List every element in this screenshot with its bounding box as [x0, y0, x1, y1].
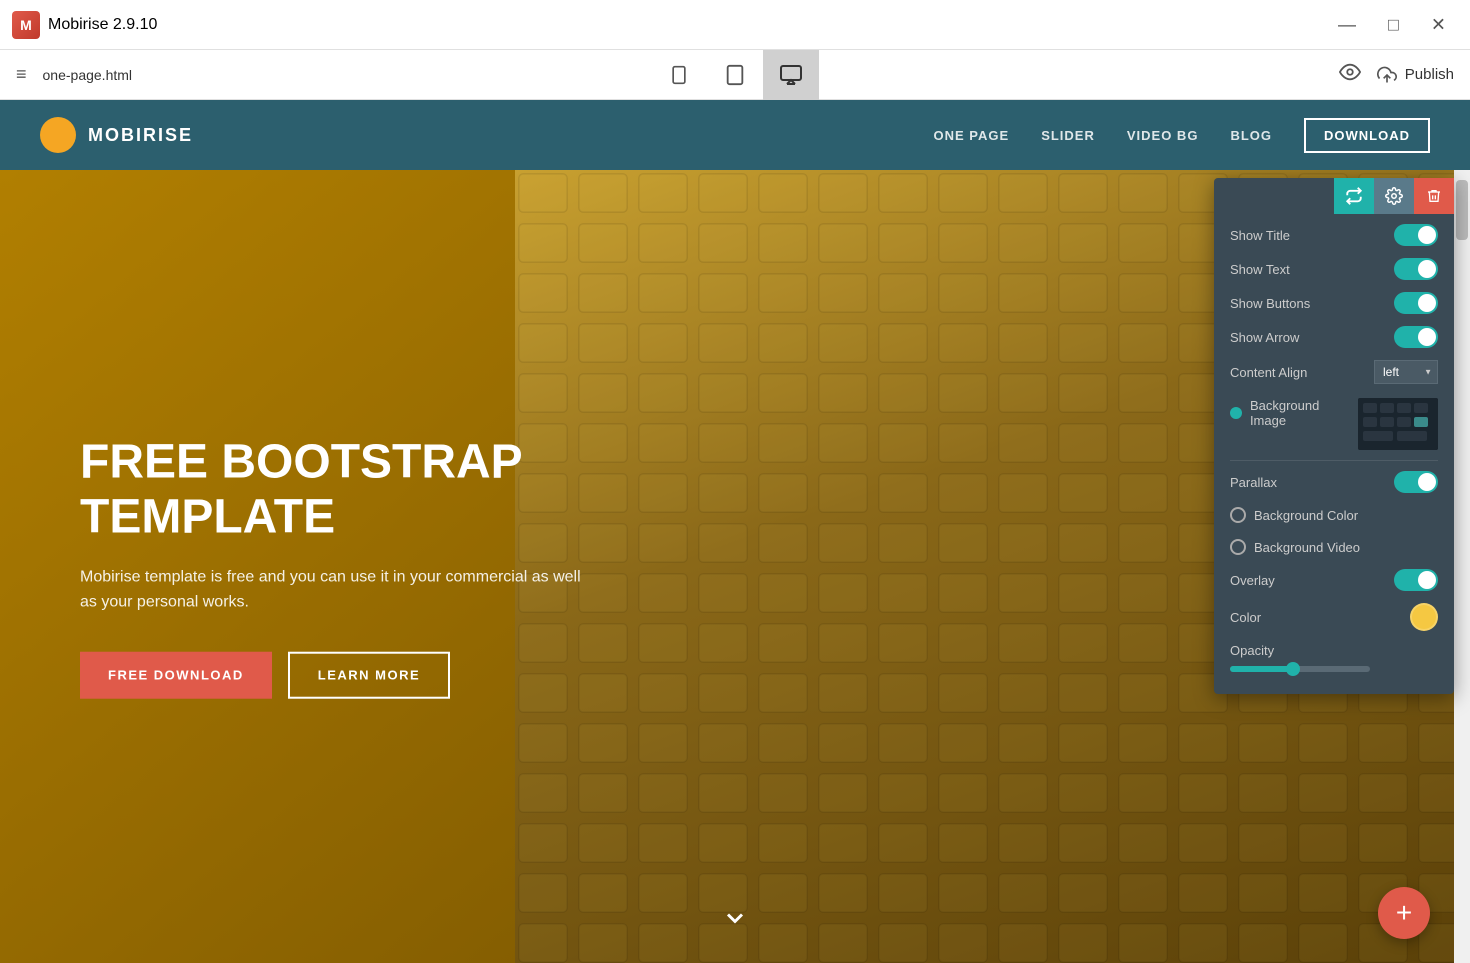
- bg-color-label: Background Color: [1254, 508, 1358, 523]
- logo-text: MOBIRISE: [88, 125, 193, 146]
- show-text-row: Show Text: [1214, 252, 1454, 286]
- parallax-toggle[interactable]: [1394, 471, 1438, 493]
- overlay-row: Overlay: [1214, 563, 1454, 597]
- bg-color-row: Background Color: [1214, 499, 1454, 531]
- parallax-row: Parallax: [1214, 465, 1454, 499]
- mobile-view-button[interactable]: [651, 50, 707, 100]
- opacity-slider[interactable]: [1230, 666, 1370, 672]
- color-swatch[interactable]: [1410, 603, 1438, 631]
- preview-button[interactable]: [1339, 61, 1361, 89]
- bg-color-left: Background Color: [1230, 507, 1358, 523]
- desktop-view-button[interactable]: [763, 50, 819, 100]
- free-download-button[interactable]: FREE DOWNLOAD: [80, 652, 272, 699]
- nav-item-video-bg[interactable]: VIDEO BG: [1127, 128, 1199, 143]
- bg-color-radio[interactable]: [1230, 507, 1246, 523]
- show-arrow-label: Show Arrow: [1230, 330, 1299, 345]
- content-align-row: Content Align left center right: [1214, 354, 1454, 390]
- site-header: MOBIRISE ONE PAGE SLIDER VIDEO BG BLOG D…: [0, 100, 1470, 170]
- fab-add-button[interactable]: +: [1378, 887, 1430, 939]
- show-title-row: Show Title: [1214, 218, 1454, 252]
- scrollbar-thumb[interactable]: [1456, 180, 1468, 240]
- bg-image-thumbnail[interactable]: [1358, 398, 1438, 450]
- opacity-slider-thumb[interactable]: [1286, 662, 1300, 676]
- bg-video-label: Background Video: [1254, 540, 1360, 555]
- show-text-toggle[interactable]: [1394, 258, 1438, 280]
- main-content: MOBIRISE ONE PAGE SLIDER VIDEO BG BLOG D…: [0, 100, 1470, 963]
- hamburger-menu-icon[interactable]: ≡: [16, 64, 27, 85]
- show-buttons-label: Show Buttons: [1230, 296, 1310, 311]
- nav-item-blog[interactable]: BLOG: [1230, 128, 1272, 143]
- nav-item-slider[interactable]: SLIDER: [1041, 128, 1095, 143]
- color-label: Color: [1230, 610, 1261, 625]
- bg-video-row: Background Video: [1214, 531, 1454, 563]
- show-title-label: Show Title: [1230, 228, 1290, 243]
- app-logo-icon: M: [12, 11, 40, 39]
- bg-video-radio[interactable]: [1230, 539, 1246, 555]
- hero-buttons: FREE DOWNLOAD LEARN MORE: [80, 652, 600, 699]
- nav-item-one-page[interactable]: ONE PAGE: [934, 128, 1010, 143]
- file-name-label: one-page.html: [43, 67, 133, 83]
- hero-content: FREE BOOTSTRAP TEMPLATE Mobirise templat…: [80, 434, 600, 699]
- panel-settings-button[interactable]: [1374, 178, 1414, 214]
- minimize-button[interactable]: —: [1330, 10, 1364, 39]
- opacity-slider-fill: [1230, 666, 1293, 672]
- bg-image-indicator: [1230, 407, 1242, 419]
- maximize-button[interactable]: □: [1380, 10, 1407, 39]
- close-button[interactable]: ✕: [1423, 10, 1454, 39]
- hero-section: FREE BOOTSTRAP TEMPLATE Mobirise templat…: [0, 170, 1470, 963]
- opacity-label: Opacity: [1230, 643, 1274, 658]
- logo-circle-icon: [40, 117, 76, 153]
- show-arrow-toggle[interactable]: [1394, 326, 1438, 348]
- site-nav: ONE PAGE SLIDER VIDEO BG BLOG DOWNLOAD: [934, 118, 1430, 153]
- parallax-label: Parallax: [1230, 475, 1277, 490]
- content-align-label: Content Align: [1230, 365, 1307, 380]
- publish-button[interactable]: Publish: [1377, 65, 1454, 85]
- bg-video-left: Background Video: [1230, 539, 1360, 555]
- overlay-label: Overlay: [1230, 573, 1275, 588]
- cloud-upload-icon: [1377, 65, 1397, 85]
- hero-title: FREE BOOTSTRAP TEMPLATE: [80, 434, 600, 544]
- panel-toolbar: [1214, 178, 1454, 214]
- window-controls: — □ ✕: [1330, 10, 1454, 39]
- divider-1: [1230, 460, 1438, 461]
- show-buttons-toggle[interactable]: [1394, 292, 1438, 314]
- hero-subtitle: Mobirise template is free and you can us…: [80, 565, 600, 616]
- site-logo: MOBIRISE: [40, 117, 193, 153]
- tablet-view-button[interactable]: [707, 50, 763, 100]
- bg-image-preview: [1358, 398, 1438, 450]
- bg-image-left: Background Image: [1230, 398, 1358, 428]
- nav-download-button[interactable]: DOWNLOAD: [1304, 118, 1430, 153]
- device-switcher: [651, 50, 819, 100]
- color-row: Color: [1214, 597, 1454, 637]
- settings-panel: Show Title Show Text Show Buttons: [1214, 178, 1454, 694]
- content-align-select-wrapper: left center right: [1374, 360, 1438, 384]
- learn-more-button[interactable]: LEARN MORE: [288, 652, 450, 699]
- scrollbar-track[interactable]: [1454, 170, 1470, 963]
- title-bar: M Mobirise 2.9.10 — □ ✕: [0, 0, 1470, 50]
- show-buttons-row: Show Buttons: [1214, 286, 1454, 320]
- content-align-select[interactable]: left center right: [1374, 360, 1438, 384]
- overlay-toggle[interactable]: [1394, 569, 1438, 591]
- menu-right-actions: Publish: [1339, 61, 1454, 89]
- panel-move-button[interactable]: [1334, 178, 1374, 214]
- show-title-toggle[interactable]: [1394, 224, 1438, 246]
- hero-arrow-icon[interactable]: [721, 904, 749, 939]
- opacity-row: Opacity: [1214, 637, 1454, 678]
- panel-delete-button[interactable]: [1414, 178, 1454, 214]
- menu-bar: ≡ one-page.html: [0, 50, 1470, 100]
- show-arrow-row: Show Arrow: [1214, 320, 1454, 354]
- bg-image-label: Background Image: [1250, 398, 1359, 428]
- bg-image-row: Background Image: [1214, 390, 1454, 456]
- show-text-label: Show Text: [1230, 262, 1290, 277]
- app-title: Mobirise 2.9.10: [48, 16, 157, 34]
